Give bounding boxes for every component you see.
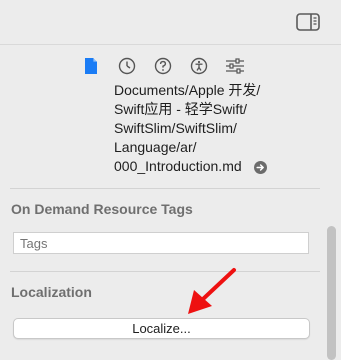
section-divider <box>10 271 320 272</box>
path-line: SwiftSlim/SwiftSlim/ <box>114 120 237 136</box>
on-demand-resource-tags-title: On Demand Resource Tags <box>11 201 193 217</box>
sidebar-toggle-icon[interactable] <box>296 12 320 32</box>
inspector-panel: Documents/Apple 开发/ Swift应用 - 轻学Swift/ S… <box>0 0 341 360</box>
path-line: Swift应用 - 轻学Swift/ <box>114 101 248 117</box>
reveal-in-finder-arrow-icon[interactable] <box>253 160 267 174</box>
path-line: 000_Introduction.md <box>114 158 242 174</box>
path-line: Language/ar/ <box>114 139 197 155</box>
history-clock-icon <box>118 57 136 75</box>
tab-accessibility-inspector[interactable] <box>188 55 210 77</box>
tab-quick-help[interactable] <box>152 55 174 77</box>
top-divider <box>0 44 341 45</box>
file-full-path: Documents/Apple 开发/ Swift应用 - 轻学Swift/ S… <box>114 81 314 176</box>
tab-history-inspector[interactable] <box>116 55 138 77</box>
tab-attributes-inspector[interactable] <box>224 55 246 77</box>
attributes-sliders-icon <box>225 57 245 75</box>
inspector-top-bar <box>0 0 341 44</box>
localization-title: Localization <box>11 284 92 300</box>
inspector-tabs <box>80 54 246 78</box>
scrollbar-thumb[interactable] <box>327 226 336 360</box>
file-icon <box>84 57 98 75</box>
tab-file-inspector[interactable] <box>80 55 102 77</box>
accessibility-icon <box>190 57 208 75</box>
path-line: Documents/Apple 开发/ <box>114 82 261 98</box>
section-divider <box>10 188 320 189</box>
red-annotation-arrow-icon <box>180 264 244 320</box>
quick-help-icon <box>154 57 172 75</box>
localize-button[interactable]: Localize... <box>13 318 310 339</box>
path-line-last: 000_Introduction.md <box>114 157 314 176</box>
tags-input[interactable] <box>13 232 309 254</box>
